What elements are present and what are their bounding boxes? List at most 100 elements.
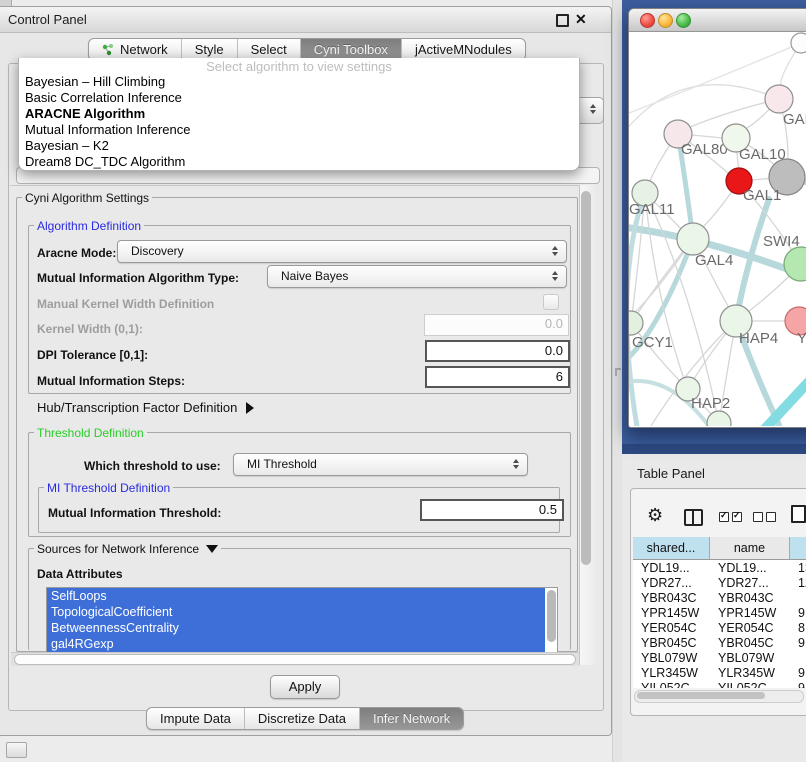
tab-cyni-toolbox[interactable]: Cyni Toolbox <box>300 39 401 60</box>
algorithm-item[interactable]: Dream8 DC_TDC Algorithm <box>19 154 579 170</box>
table-cell[interactable]: 13 <box>790 561 806 576</box>
unchecked-box-icon[interactable] <box>753 512 763 522</box>
table-cell[interactable]: YBR045C <box>710 636 790 651</box>
data-attribute-item[interactable]: TopologicalCoefficient <box>47 604 545 620</box>
mi-type-combo[interactable]: Naive Bayes <box>267 265 567 288</box>
tab-select[interactable]: Select <box>237 39 300 60</box>
network-node-gcy1[interactable] <box>629 311 643 335</box>
column-header[interactable]: A <box>790 537 806 560</box>
column-header[interactable]: shared... <box>633 537 710 560</box>
table-cell[interactable]: 9. <box>790 666 806 681</box>
network-edge[interactable] <box>645 193 684 379</box>
table-cell[interactable]: YLR345W <box>710 666 790 681</box>
table-cell[interactable]: YBR045C <box>633 636 710 651</box>
table-cell[interactable]: YLR345W <box>633 666 710 681</box>
algorithm-dropdown-popup: Select algorithm to view settings Bayesi… <box>18 58 580 171</box>
table-cell[interactable]: YBL079W <box>633 651 710 666</box>
network-node-gal4[interactable] <box>677 223 709 255</box>
table-cell[interactable] <box>790 591 806 606</box>
mi-threshold-field[interactable]: 0.5 <box>420 499 564 521</box>
table-cell[interactable]: 9. <box>790 681 806 688</box>
network-node-label: HAP2 <box>691 395 730 412</box>
screen: Control Panel ✕ Network Style Select Cyn… <box>0 0 806 762</box>
tab-infer-network[interactable]: Infer Network <box>359 708 463 729</box>
table-cell[interactable]: YER054C <box>633 621 710 636</box>
network-node-gal[interactable] <box>765 85 793 113</box>
tab-jactivemnodules[interactable]: jActiveMNodules <box>401 39 525 60</box>
data-attribute-item[interactable]: BetweennessCentrality <box>47 620 545 636</box>
table-cell[interactable]: YDR27... <box>710 576 790 591</box>
document-icon[interactable] <box>791 505 806 523</box>
mi-steps-field[interactable]: 6 <box>425 366 570 388</box>
tab-discretize-data[interactable]: Discretize Data <box>244 708 359 729</box>
algorithm-item[interactable]: Basic Correlation Inference <box>19 90 579 106</box>
table-cell[interactable]: YDR27... <box>633 576 710 591</box>
algorithm-item[interactable]: Bayesian – K2 <box>19 138 579 154</box>
table-cell[interactable]: YBL079W <box>710 651 790 666</box>
table-cell[interactable]: 8. <box>790 621 806 636</box>
zoom-traffic-light-icon[interactable] <box>676 13 691 28</box>
network-edge[interactable] <box>629 85 779 131</box>
collapsed-panel-icon[interactable] <box>6 742 27 758</box>
node-table: shared...nameAYDL19...YDL19...13YDR27...… <box>633 537 806 688</box>
splitter-handle-icon[interactable] <box>615 368 621 376</box>
close-icon[interactable]: ✕ <box>575 11 587 28</box>
table-cell[interactable]: YDL19... <box>633 561 710 576</box>
table-cell[interactable]: 9. <box>790 636 806 651</box>
table-horizontal-scrollbar[interactable] <box>634 690 804 703</box>
table-cell[interactable]: 9. <box>790 606 806 621</box>
data-attribute-item[interactable]: gal4RGexp <box>47 636 545 652</box>
kernel-width-field[interactable]: 0.0 <box>424 314 569 336</box>
table-cell[interactable]: YBR043C <box>710 591 790 606</box>
list-scrollbar[interactable] <box>547 590 556 642</box>
horizontal-scrollbar-thumb[interactable] <box>14 654 576 665</box>
table-cell[interactable]: YIL052C <box>633 681 710 688</box>
table-scrollbar-thumb[interactable] <box>637 692 765 699</box>
algorithm-item[interactable]: ARACNE Algorithm <box>19 106 579 122</box>
data-attributes-list[interactable]: SelfLoopsTopologicalCoefficientBetweenne… <box>46 587 558 654</box>
table-cell[interactable]: YPR145W <box>633 606 710 621</box>
data-attribute-item[interactable]: SelfLoops <box>47 588 545 604</box>
tab-style[interactable]: Style <box>181 39 237 60</box>
aracne-mode-combo[interactable]: Discovery <box>117 240 567 263</box>
column-header[interactable]: name <box>710 537 790 560</box>
kernel-width-label: Kernel Width (0,1): <box>37 322 143 336</box>
tab-impute-data[interactable]: Impute Data <box>147 708 244 729</box>
vertical-scrollbar-thumb[interactable] <box>581 191 591 565</box>
network-canvas[interactable]: GALGAL80GAL10GAL1GAL11GAL4SWI4GCY1HAP4YH… <box>629 31 806 426</box>
columns-icon[interactable] <box>684 509 703 526</box>
algorithm-item[interactable]: Mutual Information Inference <box>19 122 579 138</box>
minimize-traffic-light-icon[interactable] <box>658 13 673 28</box>
table-cell[interactable] <box>790 651 806 666</box>
table-cell[interactable]: YPR145W <box>710 606 790 621</box>
disclosure-right-icon <box>246 402 254 414</box>
gear-icon[interactable]: ⚙ <box>647 506 663 524</box>
network-node-label: HAP4 <box>739 330 778 347</box>
checked-box-icon[interactable] <box>732 512 742 522</box>
stepper-arrows-icon <box>552 271 558 281</box>
which-threshold-combo[interactable]: MI Threshold <box>233 453 528 476</box>
checked-box-icon[interactable] <box>719 512 729 522</box>
network-window-titlebar[interactable] <box>629 9 806 32</box>
unchecked-box-icon[interactable] <box>766 512 776 522</box>
manual-kernel-checkbox[interactable] <box>543 294 559 310</box>
table-cell[interactable]: YBR043C <box>633 591 710 606</box>
algorithm-item[interactable]: Bayesian – Hill Climbing <box>19 74 579 90</box>
cyni-algorithm-settings-title: Cyni Algorithm Settings <box>22 191 152 205</box>
apply-button[interactable]: Apply <box>270 675 340 699</box>
network-node-swi4[interactable] <box>784 247 806 281</box>
hub-definition-disclosure[interactable]: Hub/Transcription Factor Definition <box>37 400 254 415</box>
close-traffic-light-icon[interactable] <box>640 13 655 28</box>
table-cell[interactable]: YDL19... <box>710 561 790 576</box>
network-node-label: GAL <box>783 111 806 128</box>
tab-network[interactable]: Network <box>89 39 181 60</box>
network-node-label: GAL1 <box>743 187 781 204</box>
table-cell[interactable]: 12 <box>790 576 806 591</box>
sources-group-title[interactable]: Sources for Network Inference <box>34 542 221 556</box>
mi-type-label: Mutual Information Algorithm Type: <box>37 271 239 285</box>
table-cell[interactable]: YIL052C <box>710 681 790 688</box>
table-cell[interactable]: YER054C <box>710 621 790 636</box>
dpi-tolerance-field[interactable]: 0.0 <box>425 340 570 362</box>
float-window-icon[interactable] <box>556 14 569 27</box>
network-node[interactable] <box>791 33 806 53</box>
